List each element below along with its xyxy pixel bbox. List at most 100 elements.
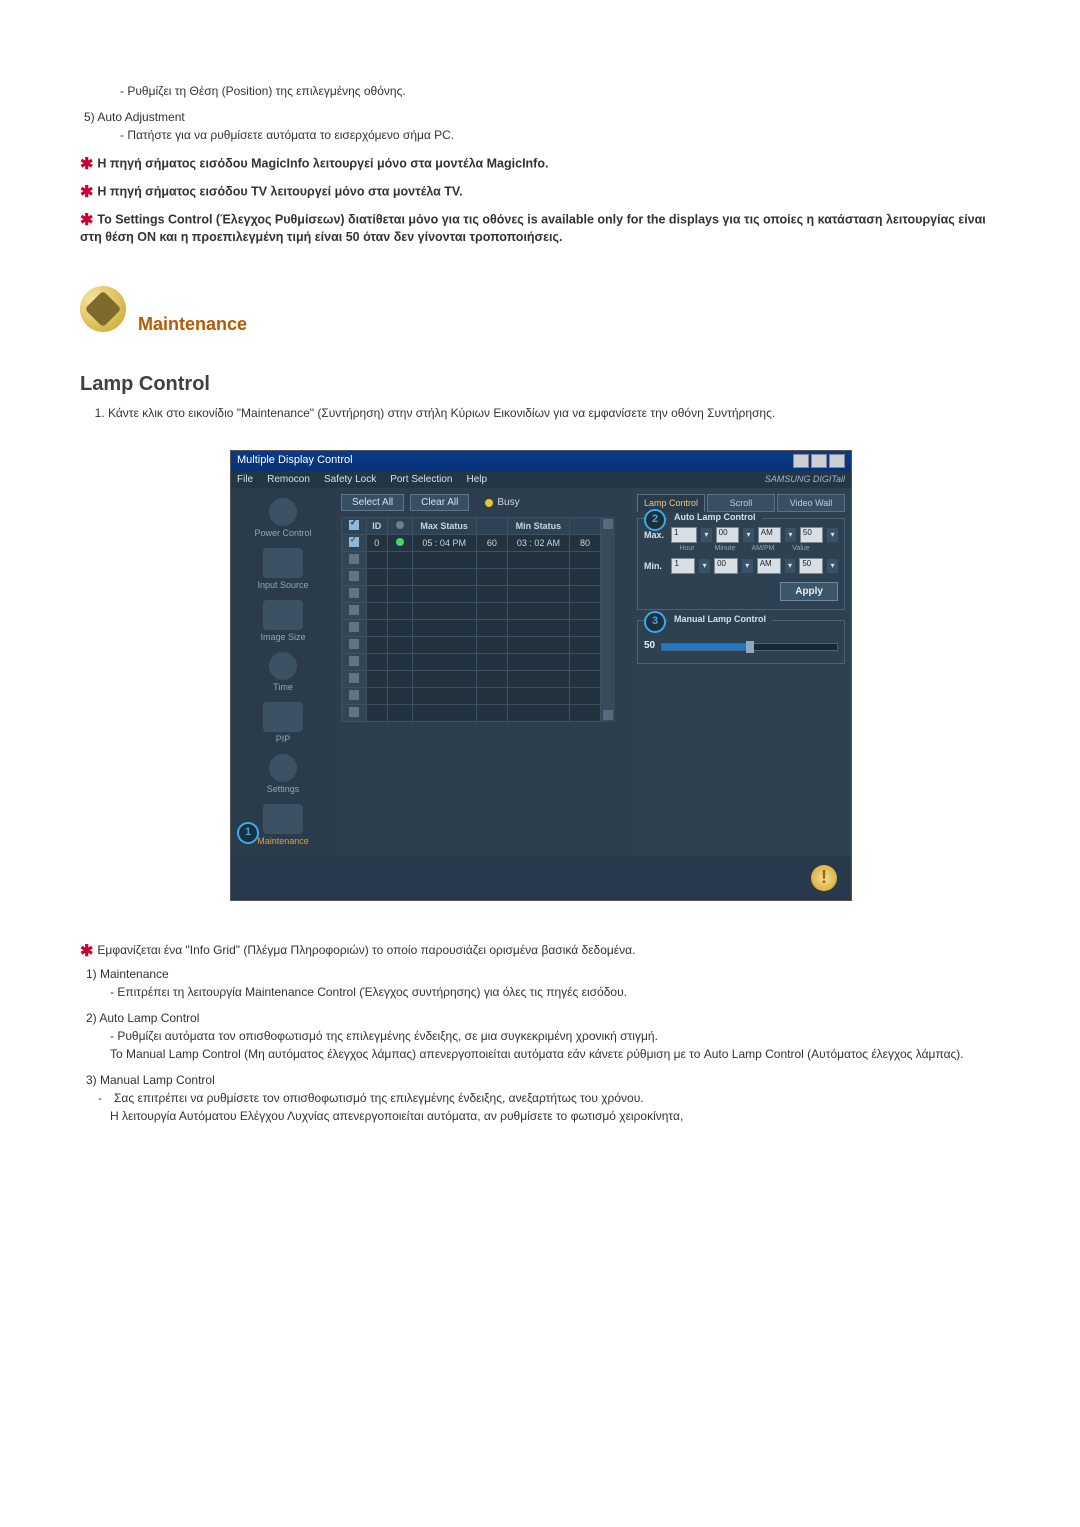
table-row[interactable] (342, 688, 601, 705)
minimize-button[interactable] (793, 454, 809, 468)
menu-bar: File Remocon Safety Lock Port Selection … (231, 471, 851, 488)
chevron-down-icon[interactable]: ▾ (827, 528, 838, 542)
menu-file[interactable]: File (237, 474, 253, 485)
position-adjust-line: - Ρυθμίζει τη Θέση (Position) της επιλεγ… (120, 84, 1000, 98)
desc-item-2-text-b: Το Manual Lamp Control (Μη αυτόματος έλε… (110, 1047, 1000, 1061)
maintenance-heading: Maintenance (138, 314, 247, 335)
busy-indicator: Busy (485, 497, 519, 508)
table-row[interactable] (342, 569, 601, 586)
maximize-button[interactable] (811, 454, 827, 468)
title-bar: Multiple Display Control (231, 451, 851, 471)
item-5: 5) Auto Adjustment (84, 110, 1000, 124)
desc-item-3: 3) Manual Lamp Control (86, 1073, 1000, 1087)
value-label: Value (784, 545, 818, 552)
chevron-down-icon[interactable]: ▾ (742, 559, 753, 573)
sidebar-item-settings[interactable]: Settings (239, 752, 327, 796)
max-ampm-field[interactable]: AM (758, 527, 781, 543)
min-minute-field[interactable]: 00 (714, 558, 738, 574)
menu-remocon[interactable]: Remocon (267, 474, 310, 485)
desc-item-2-text-a: - Ρυθμίζει αυτόματα τον οπισθοφωτισμό τη… (110, 1029, 1000, 1043)
scroll-up-icon[interactable] (603, 519, 613, 529)
min-label: Min. (644, 561, 667, 571)
max-minute-field[interactable]: 00 (716, 527, 739, 543)
tab-video-wall[interactable]: Video Wall (777, 494, 845, 512)
callout-badge-3: 3 (644, 611, 666, 633)
tab-lamp-control[interactable]: Lamp Control (637, 494, 705, 512)
maintenance-icon (80, 286, 126, 332)
desc-item-1-text: - Επιτρέπει τη λειτουργία Maintenance Co… (110, 985, 1000, 999)
apply-button[interactable]: Apply (780, 582, 838, 601)
col-min-status: Min Status (507, 518, 569, 535)
window-title: Multiple Display Control (237, 454, 353, 468)
table-row[interactable]: 0 05 : 04 PM 60 03 : 02 AM 80 (342, 535, 601, 552)
tab-scroll[interactable]: Scroll (707, 494, 775, 512)
max-value-field[interactable]: 50 (800, 527, 823, 543)
chevron-down-icon[interactable]: ▾ (785, 528, 796, 542)
lamp-control-heading: Lamp Control (80, 373, 1000, 396)
max-label: Max. (644, 530, 667, 540)
sidebar-item-power[interactable]: Power Control (239, 496, 327, 540)
minute-label: Minute (708, 545, 742, 552)
hour-label: Hour (670, 545, 704, 552)
chevron-down-icon[interactable]: ▾ (701, 528, 712, 542)
display-grid: ID Max Status Min Status 0 05 : 04 PM (341, 517, 601, 722)
auto-lamp-title: Auto Lamp Control (668, 512, 762, 522)
chevron-down-icon[interactable]: ▾ (827, 559, 838, 573)
slider-value: 50 (644, 640, 655, 651)
cell-id: 0 (367, 535, 388, 552)
status-icon (396, 538, 404, 546)
min-ampm-field[interactable]: AM (757, 558, 781, 574)
cell-max-time: 05 : 04 PM (412, 535, 476, 552)
table-row[interactable] (342, 637, 601, 654)
max-hour-field[interactable]: 1 (671, 527, 697, 543)
table-row[interactable] (342, 671, 601, 688)
min-value-field[interactable]: 50 (799, 558, 823, 574)
star-icon: ✱ (80, 184, 93, 201)
chevron-down-icon[interactable]: ▾ (699, 559, 710, 573)
clear-all-button[interactable]: Clear All (410, 494, 469, 511)
table-row[interactable] (342, 586, 601, 603)
cell-max-val: 60 (476, 535, 507, 552)
min-row: Min. 1 ▾ 00 ▾ AM ▾ 50 ▾ (644, 558, 838, 574)
select-all-button[interactable]: Select All (341, 494, 404, 511)
star-icon: ✱ (80, 156, 93, 173)
chevron-down-icon[interactable]: ▾ (785, 559, 796, 573)
header-checkbox[interactable] (342, 518, 367, 535)
row-checkbox[interactable] (349, 537, 359, 547)
sidebar-item-maintenance[interactable]: Maintenance 1 (239, 802, 327, 848)
lamp-slider[interactable] (661, 643, 838, 651)
callout-badge-1: 1 (237, 822, 259, 844)
busy-icon (485, 499, 493, 507)
sidebar-item-input[interactable]: Input Source (239, 546, 327, 592)
cell-min-time: 03 : 02 AM (507, 535, 569, 552)
table-row[interactable] (342, 654, 601, 671)
sidebar-item-time[interactable]: Time (239, 650, 327, 694)
manual-lamp-title: Manual Lamp Control (668, 614, 772, 624)
menu-help[interactable]: Help (466, 474, 487, 485)
table-row[interactable] (342, 620, 601, 637)
window-buttons[interactable] (793, 454, 845, 468)
close-button[interactable] (829, 454, 845, 468)
table-row[interactable] (342, 603, 601, 620)
cell-min-val: 80 (570, 535, 601, 552)
chevron-down-icon[interactable]: ▾ (743, 528, 754, 542)
slider-thumb[interactable] (746, 641, 754, 653)
menu-safety-lock[interactable]: Safety Lock (324, 474, 376, 485)
grid-scrollbar[interactable] (601, 517, 615, 722)
menu-port-selection[interactable]: Port Selection (390, 474, 452, 485)
lamp-control-intro: Κάντε κλικ στο εικονίδιο "Maintenance" (… (108, 406, 1000, 420)
star-icon: ✱ (80, 943, 93, 960)
desc-item-3-text-b: Η λειτουργία Αυτόματου Ελέγχου Λυχνίας α… (110, 1109, 1000, 1123)
sidebar-item-image-size[interactable]: Image Size (239, 598, 327, 644)
star-icon: ✱ (80, 212, 93, 229)
callout-badge-2: 2 (644, 509, 666, 531)
table-row[interactable] (342, 552, 601, 569)
ampm-label: AM/PM (746, 545, 780, 552)
table-row[interactable] (342, 705, 601, 722)
sidebar-item-pip[interactable]: PIP (239, 700, 327, 746)
warning-icon: ! (811, 865, 837, 891)
min-hour-field[interactable]: 1 (671, 558, 695, 574)
scroll-down-icon[interactable] (603, 710, 613, 720)
desc-item-2: 2) Auto Lamp Control (86, 1011, 1000, 1025)
auto-lamp-box: 2 Auto Lamp Control Max. 1 ▾ 00 ▾ AM ▾ 5… (637, 518, 845, 610)
